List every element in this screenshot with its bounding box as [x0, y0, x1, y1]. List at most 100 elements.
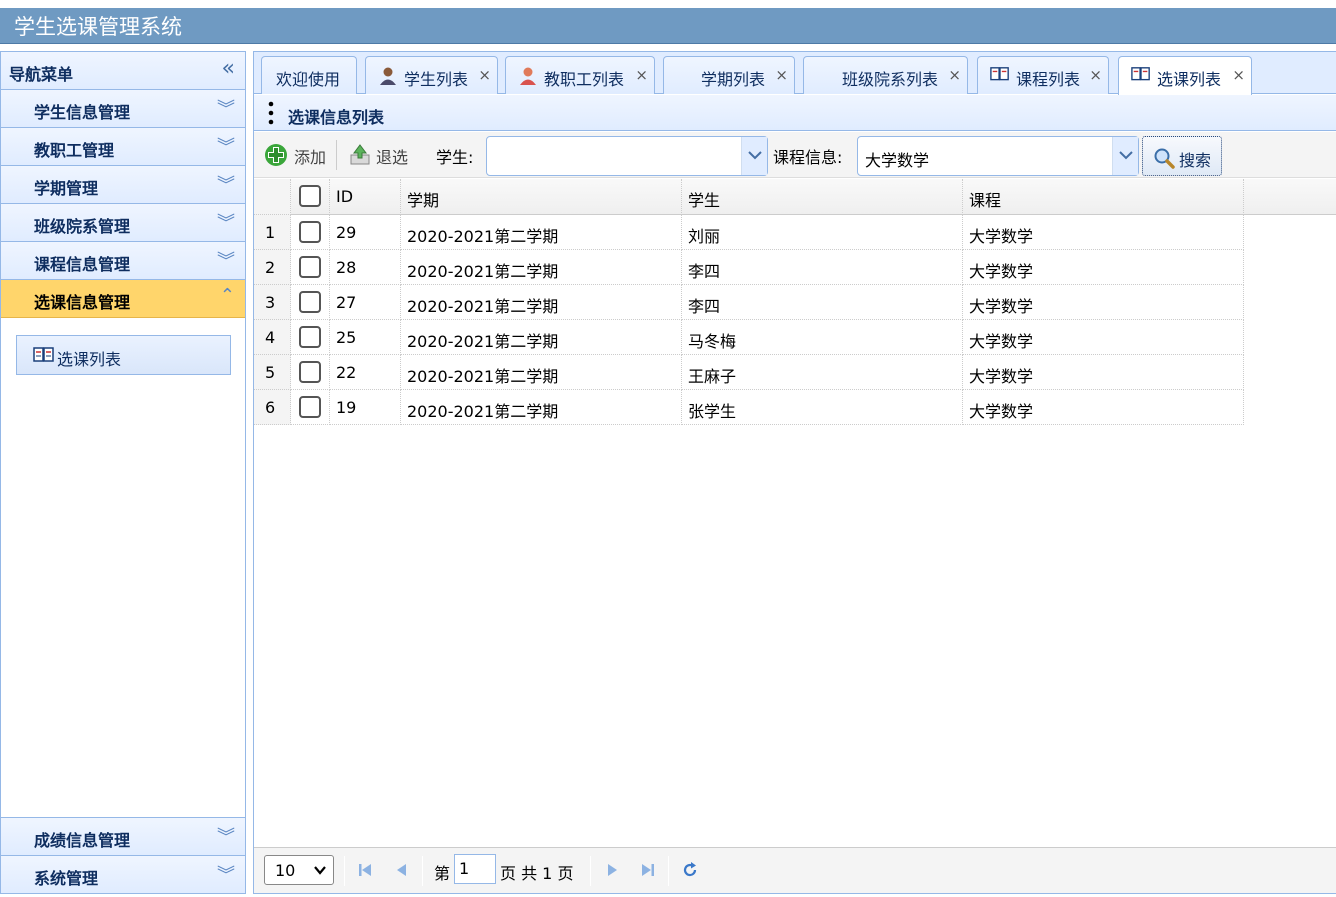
withdraw-icon	[350, 144, 370, 165]
sidebar-item-label: 成绩信息管理	[34, 831, 131, 850]
cell-value: 2020-2021第二学期	[407, 262, 559, 281]
row-checkbox[interactable]	[299, 221, 321, 243]
chevron-down-icon[interactable]: ︾	[217, 247, 235, 273]
table-row[interactable]: 1 29 2020-2021第二学期 刘丽 大学数学	[254, 215, 1244, 250]
tab-3[interactable]: 教职工列表 ×	[505, 56, 655, 94]
sidebar-item-6[interactable]: 选课信息管理 ⌃	[1, 280, 245, 318]
row-checkbox[interactable]	[299, 361, 321, 383]
student-combobox[interactable]	[486, 136, 768, 176]
row-select-cell	[291, 355, 330, 390]
cell-course: 大学数学	[963, 390, 1244, 425]
sidebar-item-label: 班级院系管理	[34, 217, 131, 236]
chevron-down-icon[interactable]	[741, 137, 767, 175]
chevron-down-icon[interactable]	[1112, 137, 1138, 175]
cell-value: 19	[336, 398, 357, 417]
tab-label: 教职工列表	[544, 70, 625, 89]
first-page-icon[interactable]	[355, 860, 375, 880]
plus-icon	[265, 144, 287, 166]
table-row[interactable]: 6 19 2020-2021第二学期 张学生 大学数学	[254, 390, 1244, 425]
cell-value: 马冬梅	[688, 332, 737, 351]
withdraw-button[interactable]: 退选	[346, 141, 416, 169]
add-button[interactable]: 添加	[264, 141, 332, 169]
cell-value: 2020-2021第二学期	[407, 227, 559, 246]
close-icon[interactable]: ×	[635, 66, 648, 84]
table-row[interactable]: 5 22 2020-2021第二学期 王麻子 大学数学	[254, 355, 1244, 390]
column-header-label: 学期	[407, 191, 440, 210]
tab-label: 学期列表	[701, 70, 766, 89]
cell-value: 刘丽	[688, 227, 721, 246]
search-button[interactable]: 搜索	[1142, 136, 1222, 176]
sidebar-item-label: 系统管理	[34, 869, 99, 888]
close-icon[interactable]: ×	[1232, 66, 1245, 84]
chevron-down-icon[interactable]: ︾	[217, 209, 235, 235]
sidebar-item-4[interactable]: 班级院系管理 ︾	[1, 204, 245, 242]
current-page-value: 1	[459, 859, 470, 878]
select-all-checkbox[interactable]	[299, 185, 321, 207]
tab-2[interactable]: 学生列表 ×	[365, 56, 498, 94]
cell-course: 大学数学	[963, 215, 1244, 250]
row-checkbox[interactable]	[299, 326, 321, 348]
sidebar-subitem-course-selection-list[interactable]: 选课列表	[16, 335, 231, 375]
sidebar-item-5[interactable]: 课程信息管理 ︾	[1, 242, 245, 280]
next-page-icon[interactable]	[602, 860, 622, 880]
row-number: 2	[265, 258, 276, 277]
cell-term: 2020-2021第二学期	[401, 355, 682, 390]
close-icon[interactable]: ×	[948, 66, 961, 84]
add-button-label: 添加	[294, 148, 327, 167]
cell-id: 22	[330, 355, 401, 390]
row-number-cell: 6	[254, 390, 291, 425]
grid-header: ID 学期 学生 课程	[254, 179, 1336, 215]
course-combobox[interactable]: 大学数学	[857, 136, 1139, 176]
cell-value: 2020-2021第二学期	[407, 367, 559, 386]
cell-value: 大学数学	[969, 332, 1034, 351]
sidebar-item-1[interactable]: 学生信息管理 ︾	[1, 90, 245, 128]
table-row[interactable]: 2 28 2020-2021第二学期 李四 大学数学	[254, 250, 1244, 285]
app-titlebar: 学生选课管理系统	[0, 8, 1336, 44]
sidebar-item-3[interactable]: 学期管理 ︾	[1, 166, 245, 204]
tab-5[interactable]: 班级院系列表 ×	[803, 56, 968, 94]
row-checkbox[interactable]	[299, 256, 321, 278]
close-icon[interactable]: ×	[775, 66, 788, 84]
tab-1[interactable]: 欢迎使用	[261, 56, 357, 94]
chevron-down-icon[interactable]: ︾	[217, 95, 235, 121]
sidebar-bottom-item-2[interactable]: 系统管理 ︾	[1, 855, 245, 893]
cell-value: 2020-2021第二学期	[407, 332, 559, 351]
chevron-down-icon[interactable]: ︾	[217, 861, 235, 887]
cell-course: 大学数学	[963, 320, 1244, 355]
row-select-cell	[291, 390, 330, 425]
row-select-cell	[291, 285, 330, 320]
tab-4[interactable]: 学期列表 ×	[663, 56, 795, 94]
table-row[interactable]: 3 27 2020-2021第二学期 李四 大学数学	[254, 285, 1244, 320]
row-checkbox[interactable]	[299, 291, 321, 313]
chevron-down-icon[interactable]: ︾	[217, 171, 235, 197]
page-size-select[interactable]: 10	[264, 855, 334, 885]
cell-student: 王麻子	[682, 355, 963, 390]
sidebar-item-2[interactable]: 教职工管理 ︾	[1, 128, 245, 166]
last-page-icon[interactable]	[638, 860, 658, 880]
tab-7[interactable]: 选课列表 ×	[1118, 56, 1252, 95]
withdraw-button-label: 退选	[376, 148, 409, 167]
course-combobox-value: 大学数学	[865, 151, 930, 170]
row-select-cell	[291, 250, 330, 285]
tab-6[interactable]: 课程列表 ×	[977, 56, 1109, 94]
chevron-down-icon[interactable]: ︾	[217, 133, 235, 159]
cell-term: 2020-2021第二学期	[401, 320, 682, 355]
column-header[interactable]: 课程	[963, 179, 1244, 215]
cell-id: 19	[330, 390, 401, 425]
column-header[interactable]: 学生	[682, 179, 963, 215]
refresh-icon[interactable]	[680, 860, 700, 880]
column-header[interactable]: ID	[330, 179, 401, 215]
double-chevron-left-icon[interactable]: «	[222, 56, 235, 81]
previous-page-icon[interactable]	[392, 860, 412, 880]
column-header[interactable]: 学期	[401, 179, 682, 215]
chevron-down-icon[interactable]: ︾	[217, 823, 235, 849]
current-page-input[interactable]: 1	[454, 854, 496, 884]
close-icon[interactable]: ×	[478, 66, 491, 84]
tab-label: 学生列表	[404, 70, 469, 89]
sidebar-bottom-item-1[interactable]: 成绩信息管理 ︾	[1, 817, 245, 855]
chevron-up-icon[interactable]: ⌃	[220, 285, 235, 306]
cell-value: 李四	[688, 297, 721, 316]
row-checkbox[interactable]	[299, 396, 321, 418]
close-icon[interactable]: ×	[1089, 66, 1102, 84]
table-row[interactable]: 4 25 2020-2021第二学期 马冬梅 大学数学	[254, 320, 1244, 355]
